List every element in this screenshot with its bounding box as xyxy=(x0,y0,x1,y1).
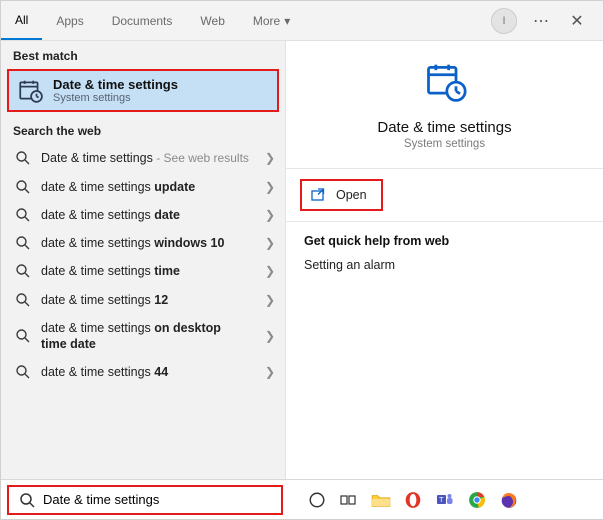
tab-apps[interactable]: Apps xyxy=(42,1,97,40)
chevron-right-icon: ❯ xyxy=(259,208,275,222)
taskbar: T xyxy=(1,479,603,519)
results-panel: Best match Date & time settings S xyxy=(1,41,286,479)
best-match-title: Date & time settings xyxy=(53,77,178,92)
opera-icon[interactable] xyxy=(399,486,427,514)
web-result-label: date & time settings date xyxy=(41,207,249,223)
help-item[interactable]: Setting an alarm xyxy=(286,254,603,276)
preview-hero: Date & time settings System settings xyxy=(286,41,603,168)
web-result-label: date & time settings time xyxy=(41,263,249,279)
cortana-icon[interactable] xyxy=(303,486,331,514)
best-match-subtitle: System settings xyxy=(53,92,178,104)
svg-text:T: T xyxy=(439,497,444,504)
task-view-icon[interactable] xyxy=(335,486,363,514)
web-result-label: date & time settings 12 xyxy=(41,292,249,308)
web-result-item[interactable]: date & time settings windows 10 ❯ xyxy=(1,229,285,257)
chevron-right-icon: ❯ xyxy=(259,236,275,250)
web-result-label: date & time settings windows 10 xyxy=(41,235,249,251)
open-button[interactable]: Open xyxy=(300,179,383,211)
web-result-item[interactable]: date & time settings on desktop time dat… xyxy=(1,314,285,359)
search-box[interactable] xyxy=(7,485,283,515)
web-result-item[interactable]: Date & time settings - See web results ❯ xyxy=(1,144,285,173)
body: Best match Date & time settings S xyxy=(1,41,603,479)
search-icon xyxy=(15,292,31,308)
chevron-right-icon: ❯ xyxy=(259,180,275,194)
search-icon xyxy=(15,263,31,279)
header: All Apps Documents Web More ▾ I ⋯ ✕ xyxy=(1,1,603,41)
web-result-item[interactable]: date & time settings 44 ❯ xyxy=(1,358,285,386)
search-icon xyxy=(15,179,31,195)
search-icon xyxy=(15,364,31,380)
search-input[interactable] xyxy=(43,492,271,507)
search-icon xyxy=(15,328,31,344)
tab-documents[interactable]: Documents xyxy=(98,1,187,40)
search-icon xyxy=(19,492,35,508)
date-time-settings-icon xyxy=(17,78,43,104)
help-items: Setting an alarm xyxy=(286,254,603,276)
search-icon xyxy=(15,207,31,223)
teams-icon[interactable]: T xyxy=(431,486,459,514)
web-result-item[interactable]: date & time settings 12 ❯ xyxy=(1,286,285,314)
file-explorer-icon[interactable] xyxy=(367,486,395,514)
tabs: All Apps Documents Web More ▾ xyxy=(1,1,304,40)
best-match-text: Date & time settings System settings xyxy=(53,77,178,104)
header-actions: I ⋯ ✕ xyxy=(491,8,597,34)
web-result-label: date & time settings on desktop time dat… xyxy=(41,320,249,353)
date-time-settings-icon xyxy=(423,61,467,105)
open-icon xyxy=(310,187,326,203)
avatar[interactable]: I xyxy=(491,8,517,34)
firefox-icon[interactable] xyxy=(495,486,523,514)
open-row: Open xyxy=(286,169,603,221)
web-result-item[interactable]: date & time settings update ❯ xyxy=(1,173,285,201)
chevron-right-icon: ❯ xyxy=(259,293,275,307)
preview-subtitle: System settings xyxy=(404,138,485,150)
web-results-list: Date & time settings - See web results❯d… xyxy=(1,144,285,479)
web-result-label: date & time settings update xyxy=(41,179,249,195)
tab-more-label: More xyxy=(253,14,280,28)
web-result-label: date & time settings 44 xyxy=(41,364,249,380)
search-icon xyxy=(15,235,31,251)
help-header: Get quick help from web xyxy=(286,222,603,254)
search-icon xyxy=(15,150,31,166)
chevron-down-icon: ▾ xyxy=(284,14,290,28)
web-result-label: Date & time settings - See web results xyxy=(41,150,249,167)
chevron-right-icon: ❯ xyxy=(259,151,275,165)
tab-web[interactable]: Web xyxy=(186,1,238,40)
preview-panel: Date & time settings System settings Ope… xyxy=(286,41,603,479)
search-popup: All Apps Documents Web More ▾ I ⋯ ✕ Best… xyxy=(0,0,604,520)
search-web-label: Search the web xyxy=(1,116,285,144)
best-match-label: Best match xyxy=(1,41,285,69)
more-options-button[interactable]: ⋯ xyxy=(529,9,553,33)
preview-title: Date & time settings xyxy=(377,119,511,136)
chevron-right-icon: ❯ xyxy=(259,264,275,278)
tab-all[interactable]: All xyxy=(1,1,42,40)
chevron-right-icon: ❯ xyxy=(259,329,275,343)
close-button[interactable]: ✕ xyxy=(565,9,589,33)
best-match-item[interactable]: Date & time settings System settings xyxy=(7,69,279,112)
chevron-right-icon: ❯ xyxy=(259,365,275,379)
web-result-item[interactable]: date & time settings date ❯ xyxy=(1,201,285,229)
web-result-item[interactable]: date & time settings time ❯ xyxy=(1,257,285,285)
open-label: Open xyxy=(336,188,367,202)
chrome-icon[interactable] xyxy=(463,486,491,514)
tab-more[interactable]: More ▾ xyxy=(239,1,304,40)
